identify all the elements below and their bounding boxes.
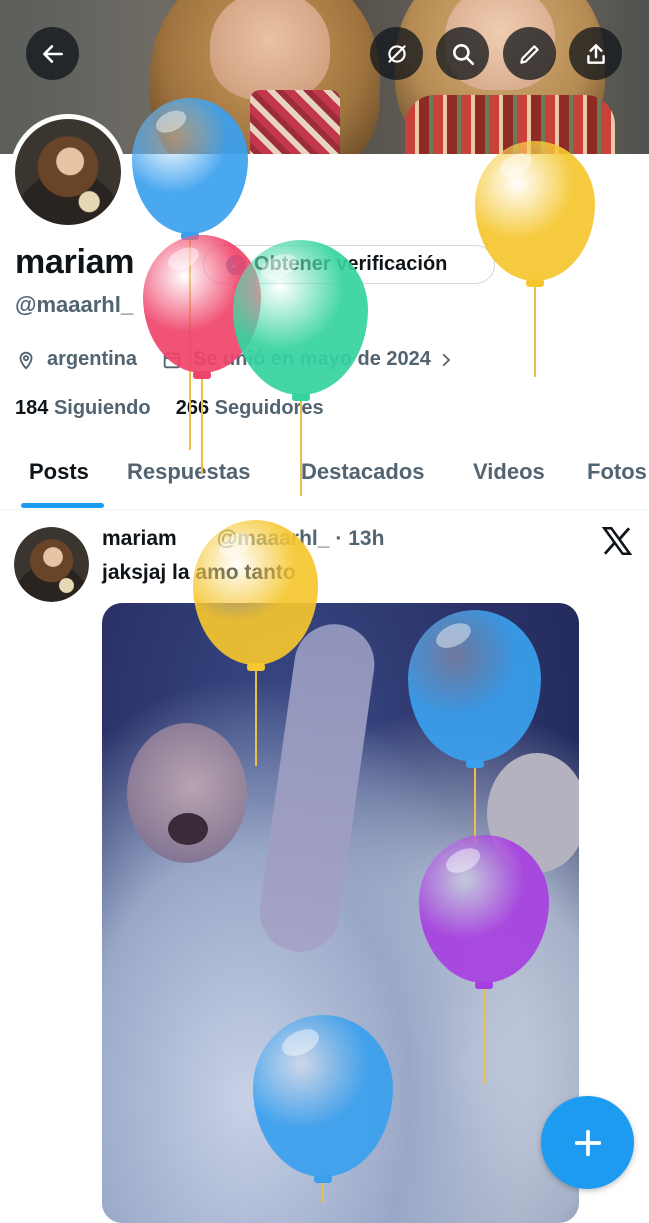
x-logo-icon <box>601 526 633 556</box>
following-link[interactable]: 184 Siguiendo <box>15 397 151 419</box>
back-button[interactable] <box>26 27 79 80</box>
grok-icon <box>387 44 406 63</box>
profile-handle: @maaarhl_ <box>15 292 134 317</box>
post-author-avatar[interactable] <box>14 527 89 602</box>
share-button[interactable] <box>569 27 622 80</box>
search-button[interactable] <box>436 27 489 80</box>
tab-photos[interactable]: Fotos <box>587 459 647 485</box>
active-tab-indicator <box>21 503 104 508</box>
balloon-icon <box>475 141 595 381</box>
plus-icon <box>574 1129 601 1156</box>
profile-avatar[interactable] <box>10 114 126 230</box>
video-frame-mouth <box>168 813 208 845</box>
following-count: 184 <box>15 397 49 419</box>
share-icon <box>586 43 605 64</box>
location-text: argentina <box>47 348 138 370</box>
grok-button[interactable] <box>370 27 423 80</box>
post-time[interactable]: · 13h <box>335 527 384 551</box>
post-author-name[interactable]: mariam <box>102 527 177 551</box>
balloon-icon <box>253 1015 393 1207</box>
location-pin-icon <box>19 351 33 370</box>
tab-posts[interactable]: Posts <box>29 459 89 485</box>
avatar-image <box>14 527 89 602</box>
search-icon <box>452 43 474 65</box>
compose-button[interactable] <box>541 1096 634 1189</box>
avatar-image <box>15 119 121 225</box>
banner-photo-face <box>210 0 330 100</box>
balloon-icon <box>419 835 549 1088</box>
arrow-left-icon <box>42 44 63 63</box>
edit-icon <box>519 44 539 64</box>
chevron-right-icon[interactable] <box>437 351 455 369</box>
edit-button[interactable] <box>503 27 556 80</box>
display-name: mariam <box>15 243 135 281</box>
banner-photo-shirt <box>250 90 340 154</box>
balloon-icon <box>233 240 368 500</box>
balloon-icon <box>408 610 541 847</box>
balloon-icon <box>193 520 318 770</box>
tab-videos[interactable]: Videos <box>473 459 545 485</box>
